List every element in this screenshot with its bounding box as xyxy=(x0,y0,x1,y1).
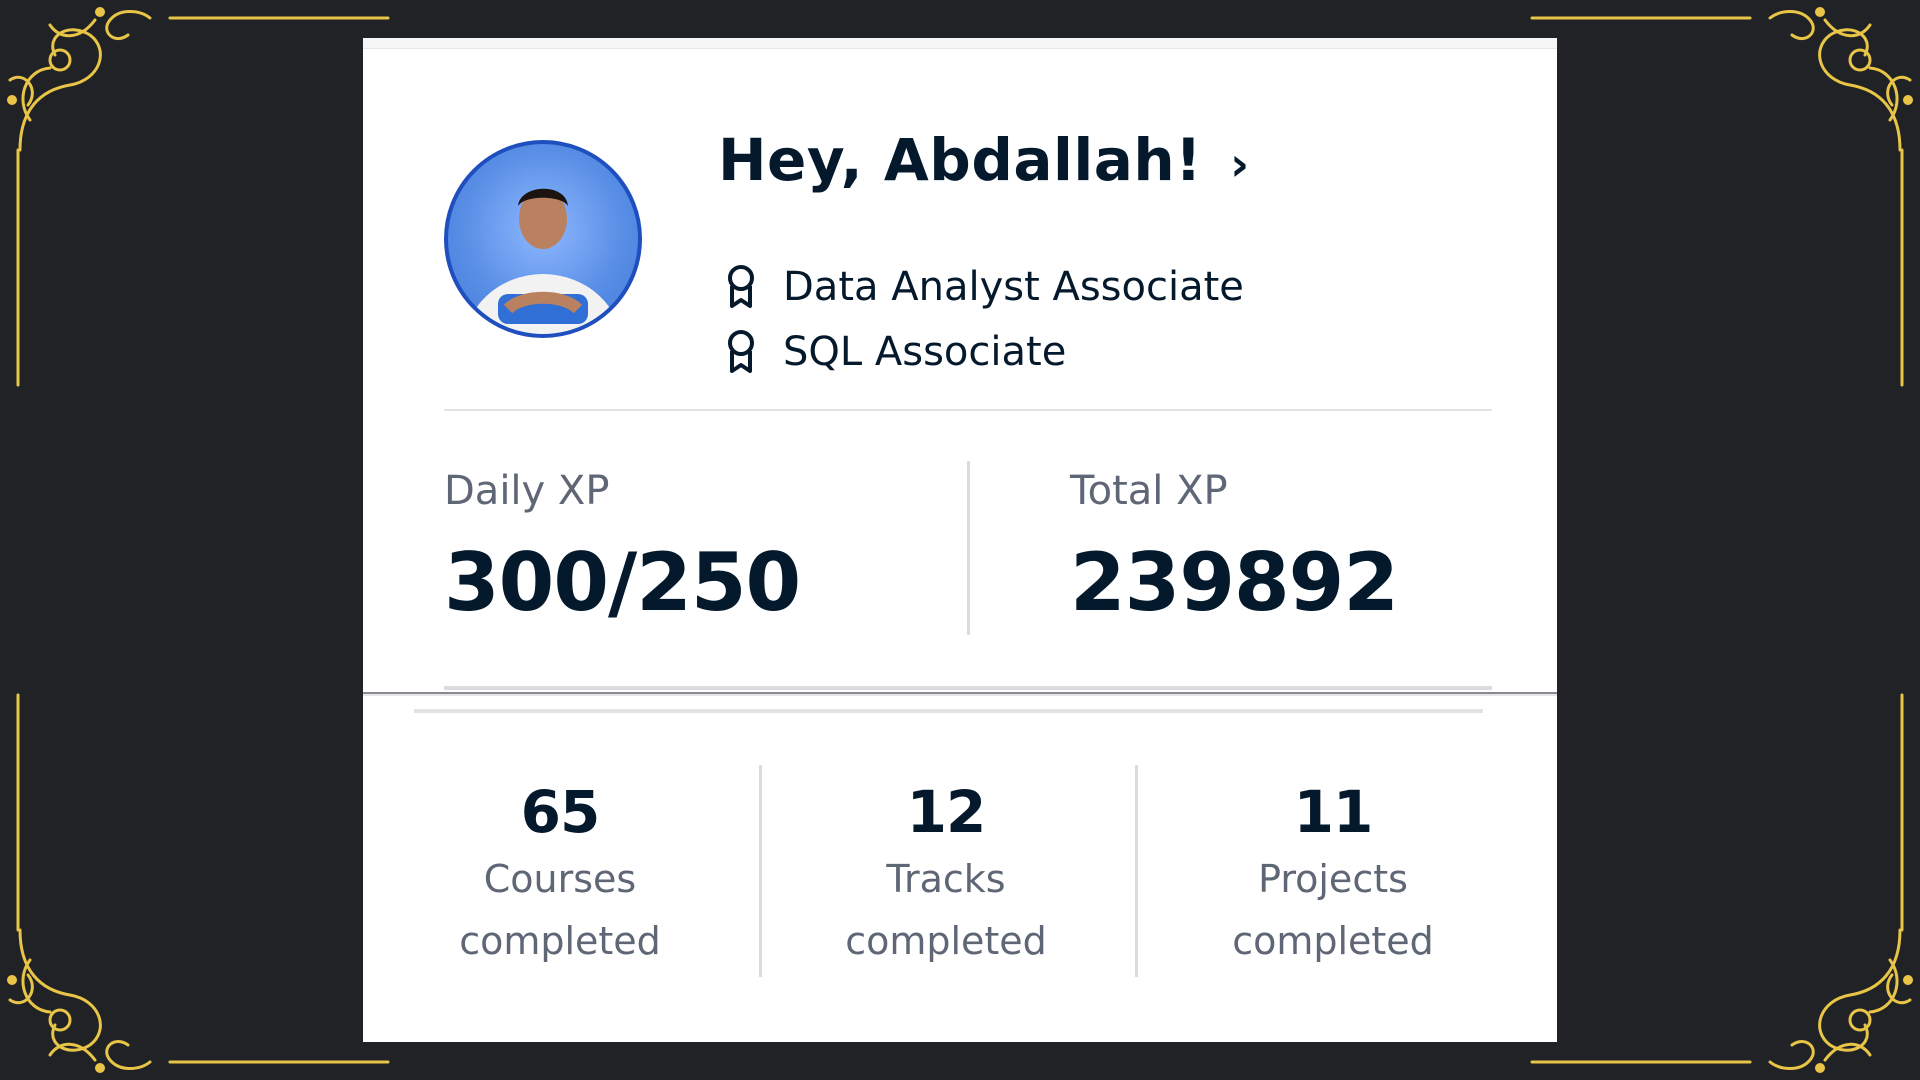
projects-stat: 11 Projects completed xyxy=(1168,778,1498,970)
stat-value: 11 xyxy=(1293,778,1374,846)
daily-xp-value: 300/250 xyxy=(444,536,801,629)
stat-label-line1: Courses xyxy=(483,857,637,901)
certification-label: Data Analyst Associate xyxy=(783,264,1244,310)
stat-value: 12 xyxy=(906,778,987,846)
daily-xp-label: Daily XP xyxy=(444,468,610,514)
certification-item: Data Analyst Associate xyxy=(725,264,1244,310)
courses-stat: 65 Courses completed xyxy=(395,778,725,970)
certification-item: SQL Associate xyxy=(725,329,1066,375)
avatar[interactable] xyxy=(444,140,642,338)
total-xp-value: 239892 xyxy=(1070,536,1399,629)
stat-divider xyxy=(759,765,762,977)
stat-label-line2: completed xyxy=(459,919,661,963)
section-divider xyxy=(444,409,1492,411)
tracks-stat: 12 Tracks completed xyxy=(781,778,1111,970)
avatar-portrait xyxy=(464,188,622,334)
stat-label-line1: Projects xyxy=(1258,857,1408,901)
total-xp-block: Total XP 239892 xyxy=(1070,468,1399,629)
stats-divider xyxy=(414,709,1483,713)
stat-divider xyxy=(1135,765,1138,977)
card-section-separator xyxy=(363,692,1557,694)
chevron-right-icon: › xyxy=(1230,137,1250,191)
award-ribbon-icon xyxy=(728,265,754,308)
stat-label-line2: completed xyxy=(845,919,1047,963)
certification-label: SQL Associate xyxy=(783,329,1067,375)
section-divider xyxy=(444,686,1492,690)
stat-value: 65 xyxy=(520,778,601,846)
award-ribbon-icon xyxy=(728,330,754,373)
total-xp-label: Total XP xyxy=(1070,468,1228,514)
profile-header-section: Hey, Abdallah! › Data Analyst Associate … xyxy=(363,38,1557,696)
stat-label-line1: Tracks xyxy=(886,857,1006,901)
greeting-link[interactable]: Hey, Abdallah! › xyxy=(718,126,1249,194)
xp-divider xyxy=(967,461,970,635)
daily-xp-block: Daily XP 300/250 xyxy=(444,468,801,629)
greeting-title: Hey, Abdallah! xyxy=(718,126,1203,194)
profile-card: Hey, Abdallah! › Data Analyst Associate … xyxy=(363,38,1557,1042)
stat-label-line2: completed xyxy=(1232,919,1434,963)
